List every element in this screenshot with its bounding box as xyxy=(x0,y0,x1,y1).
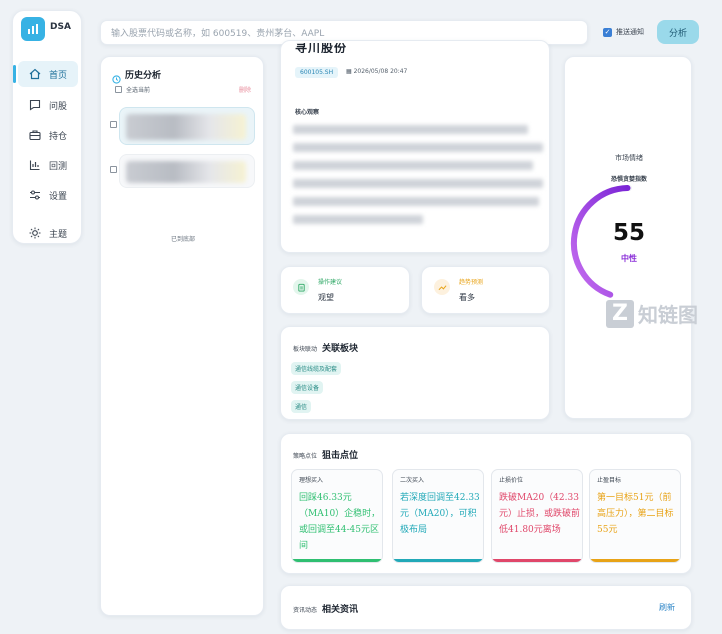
sniper-header: 策略点位 狙击点位 xyxy=(293,451,359,461)
nav-label: 问股 xyxy=(49,101,68,112)
nav-label: 首页 xyxy=(49,70,68,81)
history-end-text: 已到底部 xyxy=(170,236,195,243)
nav-item-portfolio[interactable]: 持仓 xyxy=(18,122,78,148)
nav-item-settings[interactable]: 设置 xyxy=(18,182,78,208)
trend-value: 看多 xyxy=(459,293,475,302)
sector-tag[interactable]: 通信线缆及配套 xyxy=(291,362,342,375)
sniper-point: 理想买入 回踩46.33元（MA10）企稳时，或回调至44-45元区间 xyxy=(291,469,383,563)
theme-toggle[interactable]: 主题 xyxy=(18,220,78,246)
stock-name: 寻川股份 xyxy=(295,43,348,53)
trend-icon xyxy=(434,279,450,295)
history-item[interactable] xyxy=(119,154,255,188)
sentiment-subtitle: 恐惧贪婪指数 xyxy=(610,176,647,183)
search-placeholder: 输入股票代码或名称，如 600519、贵州茅台、AAPL xyxy=(111,29,325,39)
notify-checkbox[interactable]: ✓ xyxy=(603,27,612,37)
trend-card: 趋势预测 看多 xyxy=(421,266,550,314)
chat-icon xyxy=(28,98,42,112)
watermark-logo: Z 知链图 xyxy=(606,299,698,328)
sidebar: DSA 首页 问股 持仓 回测 设置 主题 xyxy=(12,10,82,244)
settings-icon xyxy=(28,188,42,202)
briefcase-icon xyxy=(28,128,42,142)
delete-button[interactable]: 删除 xyxy=(239,85,251,94)
action-label: 操作建议 xyxy=(318,279,343,286)
history-item[interactable] xyxy=(119,107,255,145)
app-logo[interactable] xyxy=(21,17,45,41)
news-card: 资讯动态 相关资讯 刷新 xyxy=(280,585,692,630)
sentiment-label: 中性 xyxy=(621,254,637,263)
logo-chart-icon xyxy=(28,24,38,34)
watermark-text: 知链图 xyxy=(638,303,698,327)
notify-label: 推送通知 xyxy=(616,28,644,36)
report-datetime: ▦ 2026/05/08 20:47 xyxy=(346,68,408,75)
sentiment-title: 市场情绪 xyxy=(615,154,643,162)
nav-label: 回测 xyxy=(49,161,68,172)
clipboard-icon xyxy=(293,279,309,295)
history-item-content xyxy=(126,114,246,140)
history-item-content xyxy=(126,161,246,183)
sniper-point: 止盈目标 第一目标51元（前高压力），第二目标55元 xyxy=(589,469,681,563)
refresh-button[interactable]: 刷新 xyxy=(659,602,675,613)
theme-label: 主题 xyxy=(49,229,68,240)
history-item-checkbox[interactable] xyxy=(110,166,117,173)
report-card: 寻川股份 600105.SH ▦ 2026/05/08 20:47 核心观察 xyxy=(280,40,550,253)
sniper-point: 二次买入 若深度回调至42.33元（MA20），可积极布局 xyxy=(392,469,484,563)
nav-item-ask[interactable]: 问股 xyxy=(18,92,78,118)
sector-header: 板块联动 关联板块 xyxy=(293,344,359,354)
sentiment-card: 市场情绪 恐惧贪婪指数 55 中性 xyxy=(564,56,692,419)
app-name: DSA xyxy=(50,22,71,32)
select-all[interactable]: 全选当前 xyxy=(115,85,150,94)
nav-item-home[interactable]: 首页 xyxy=(13,61,78,87)
sector-card: 板块联动 关联板块 通信线缆及配套 通信设备 通信 xyxy=(280,326,550,420)
history-title: 历史分析 xyxy=(125,71,162,81)
history-item-checkbox[interactable] xyxy=(110,121,117,128)
sector-tag[interactable]: 通信 xyxy=(291,400,312,413)
chart-icon xyxy=(28,158,42,172)
summary-label: 核心观察 xyxy=(295,109,320,116)
watermark-z-icon: Z xyxy=(606,299,634,328)
nav-item-backtest[interactable]: 回测 xyxy=(18,152,78,178)
news-header: 资讯动态 相关资讯 xyxy=(293,605,359,615)
calendar-icon: ▦ xyxy=(346,68,354,75)
sentiment-value: 55 xyxy=(612,220,645,246)
sniper-point: 止损价位 跌破MA20（42.33元）止损，或跌破前低41.80元离场 xyxy=(491,469,583,563)
home-icon xyxy=(28,67,42,81)
sector-tag[interactable]: 通信设备 xyxy=(291,381,324,394)
action-card: 操作建议 观望 xyxy=(280,266,410,314)
history-panel: 历史分析 全选当前 删除 已到底部 xyxy=(100,56,264,616)
action-value: 观望 xyxy=(318,293,334,302)
trend-label: 趋势预测 xyxy=(459,279,484,286)
sniper-card: 策略点位 狙击点位 理想买入 回踩46.33元（MA10）企稳时，或回调至44-4… xyxy=(280,433,692,574)
nav-label: 设置 xyxy=(49,191,68,202)
sun-icon xyxy=(28,226,42,240)
select-all-label: 全选当前 xyxy=(126,87,151,94)
notify-toggle[interactable]: ✓ 推送通知 xyxy=(603,27,644,37)
analyze-button[interactable]: 分析 xyxy=(657,20,699,44)
select-all-checkbox[interactable] xyxy=(115,86,122,93)
nav-label: 持仓 xyxy=(49,131,68,142)
stock-code-badge: 600105.SH xyxy=(295,67,339,78)
